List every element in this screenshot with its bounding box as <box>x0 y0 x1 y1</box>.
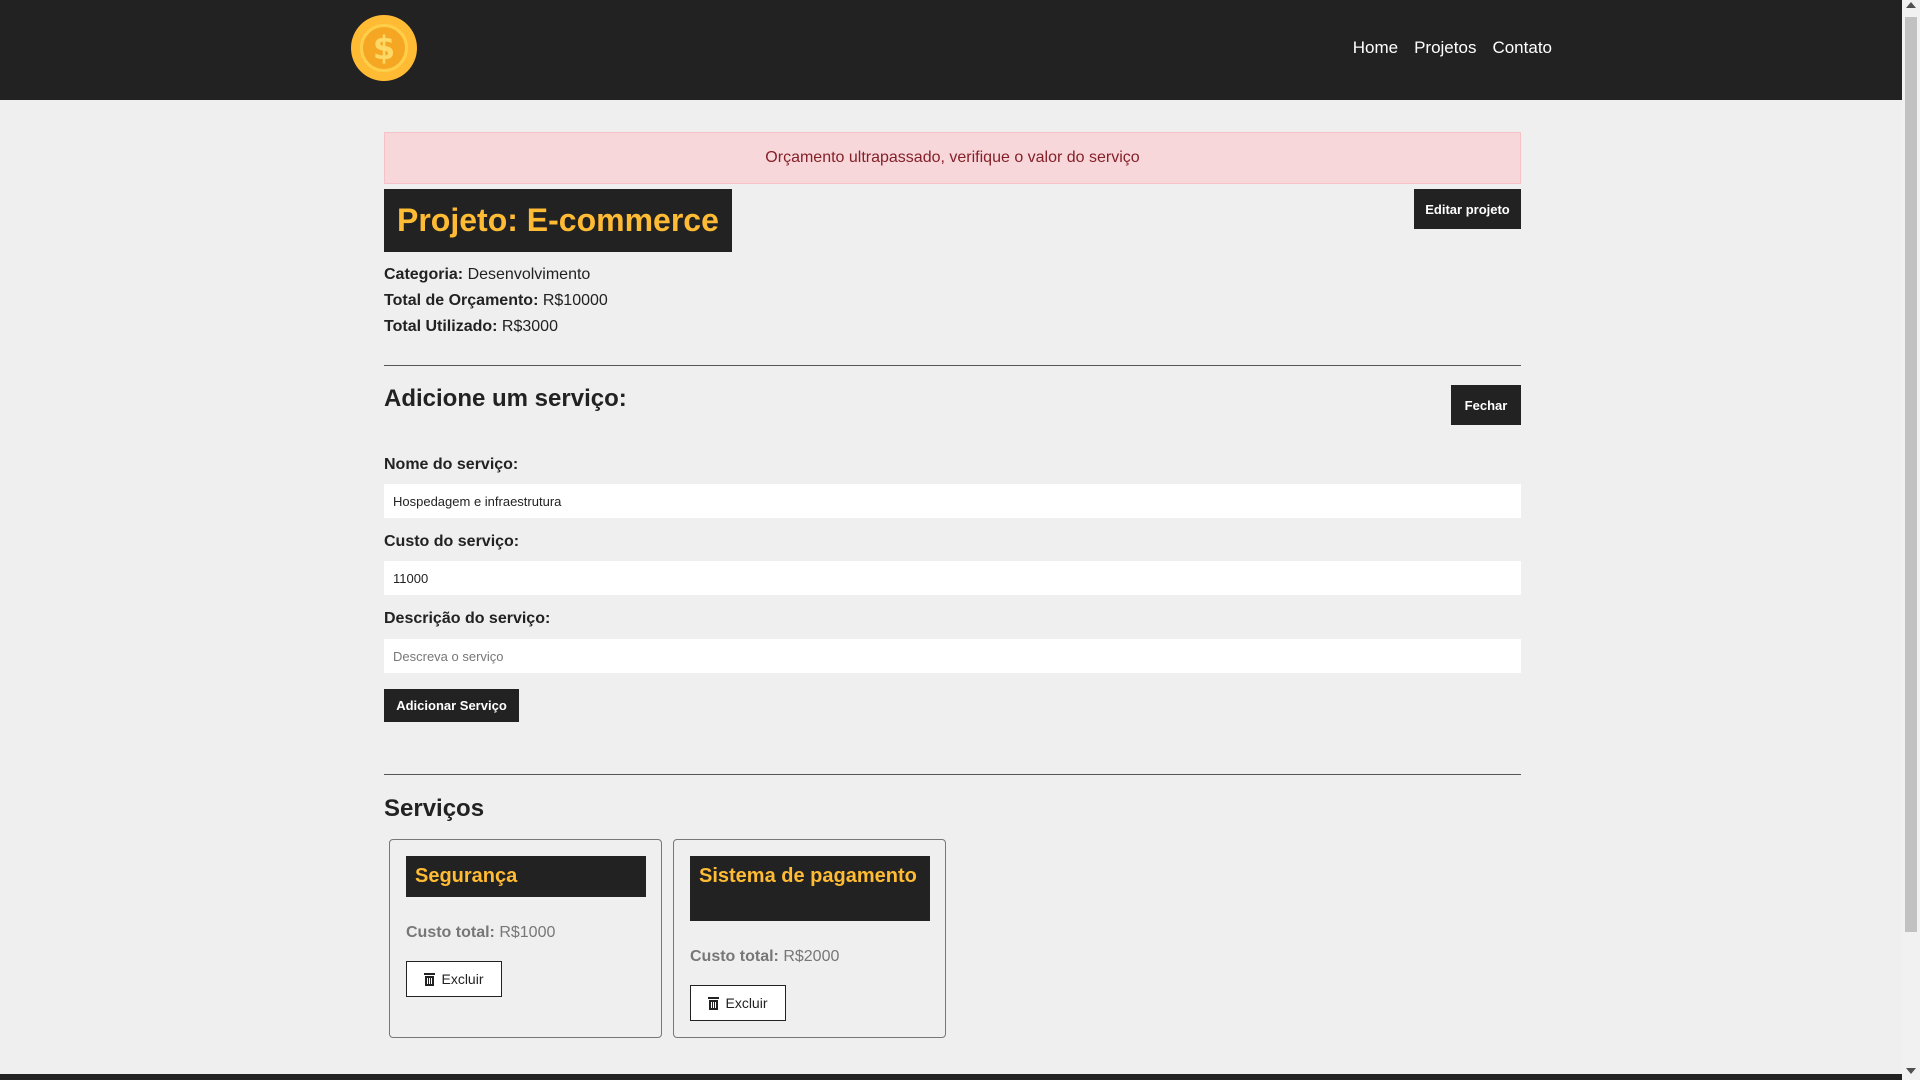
service-name-label: Nome do serviço: <box>384 456 519 473</box>
cost-label: Custo total: <box>406 924 495 941</box>
footer-edge <box>0 1074 1902 1080</box>
trash-icon <box>424 972 436 986</box>
used-label: Total Utilizado: <box>384 318 498 335</box>
vertical-scrollbar[interactable] <box>1902 0 1920 1080</box>
scroll-thumb[interactable] <box>1905 17 1917 932</box>
delete-label: Excluir <box>441 971 484 987</box>
budget-label: Total de Orçamento: <box>384 292 539 309</box>
service-description-input[interactable] <box>384 639 1521 673</box>
category-label: Categoria: <box>384 266 464 283</box>
scroll-up-arrow-icon[interactable] <box>1906 2 1916 8</box>
nav-link-projetos[interactable]: Projetos <box>1414 38 1476 58</box>
add-service-button[interactable]: Adicionar Serviço <box>384 689 519 722</box>
nav-link-home[interactable]: Home <box>1353 38 1398 58</box>
used-info: Total Utilizado: R$3000 <box>384 318 558 336</box>
navbar: $ Home Projetos Contato <box>0 0 1902 100</box>
service-name-input[interactable] <box>384 484 1521 518</box>
budget-info: Total de Orçamento: R$10000 <box>384 292 608 310</box>
delete-service-button[interactable]: Excluir <box>406 961 502 997</box>
logo-symbol: $ <box>360 24 408 72</box>
category-info: Categoria: Desenvolvimento <box>384 266 590 284</box>
service-card-title: Sistema de pagamento <box>690 856 930 921</box>
divider <box>384 774 1521 775</box>
edit-project-button[interactable]: Editar projeto <box>1414 189 1521 229</box>
cost-value: R$2000 <box>783 948 840 965</box>
delete-service-button[interactable]: Excluir <box>690 985 786 1021</box>
service-cost-input[interactable] <box>384 561 1521 595</box>
coin-logo-icon[interactable]: $ <box>351 15 417 81</box>
close-form-button[interactable]: Fechar <box>1451 385 1521 425</box>
project-title: Projeto: E-commerce <box>384 189 732 252</box>
used-value: R$3000 <box>501 318 558 335</box>
service-card-cost: Custo total: R$2000 <box>690 948 839 966</box>
service-card-title: Segurança <box>406 856 646 897</box>
service-cost-label: Custo do serviço: <box>384 533 520 550</box>
service-description-label: Descrição do serviço: <box>384 610 551 627</box>
nav-link-contato[interactable]: Contato <box>1492 38 1552 58</box>
scroll-down-arrow-icon[interactable] <box>1906 1068 1916 1074</box>
service-card-cost: Custo total: R$1000 <box>406 924 555 942</box>
add-service-heading: Adicione um serviço: <box>384 385 627 412</box>
delete-label: Excluir <box>725 995 768 1011</box>
category-value: Desenvolvimento <box>467 266 591 283</box>
cost-value: R$1000 <box>499 924 556 941</box>
budget-alert: Orçamento ultrapassado, verifique o valo… <box>384 132 1521 184</box>
divider <box>384 365 1521 366</box>
trash-icon <box>708 996 720 1010</box>
nav-links: Home Projetos Contato <box>1353 38 1552 58</box>
service-card: Segurança Custo total: R$1000 Excluir <box>389 839 662 1038</box>
budget-value: R$10000 <box>542 292 608 309</box>
services-heading: Serviços <box>384 795 485 822</box>
service-card: Sistema de pagamento Custo total: R$2000… <box>673 839 946 1038</box>
cost-label: Custo total: <box>690 948 779 965</box>
